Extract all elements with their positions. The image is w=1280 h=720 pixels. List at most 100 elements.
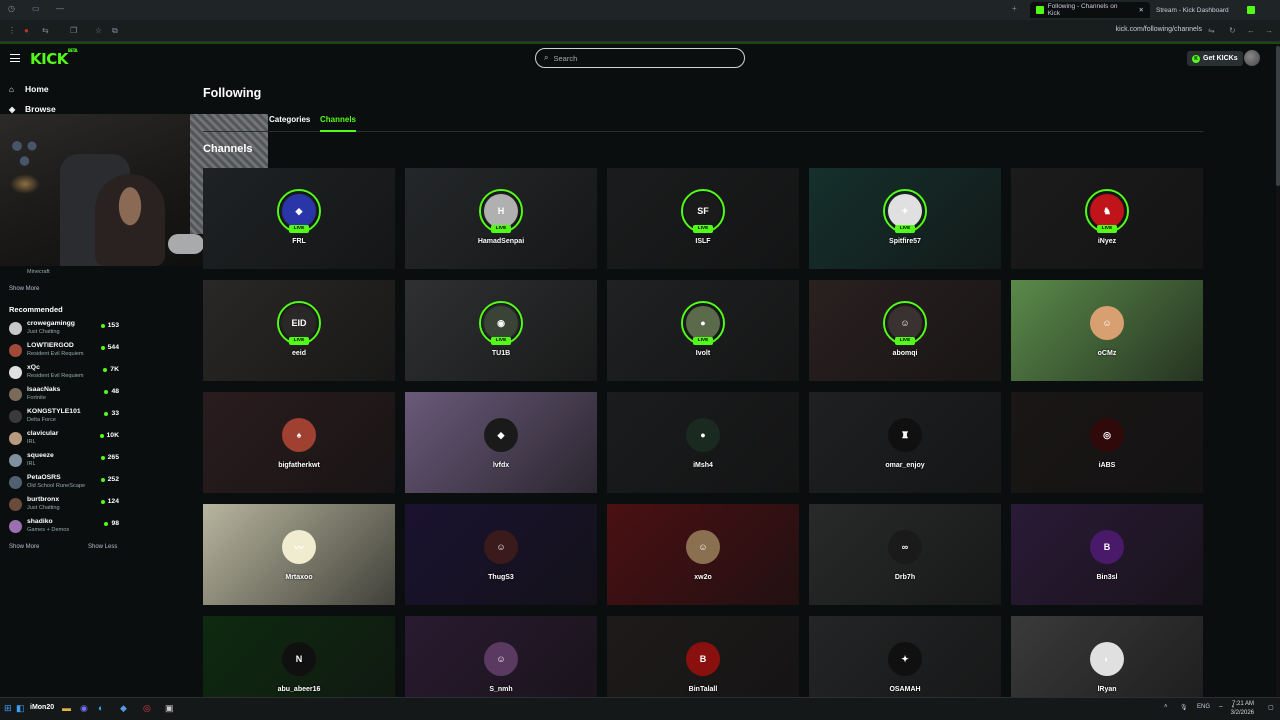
- channel-card[interactable]: ✦ LIVE Spitfire57: [809, 168, 1001, 269]
- close-tab-icon[interactable]: ✕: [1139, 6, 1144, 14]
- show-less-link[interactable]: Show Less: [88, 544, 117, 550]
- sidebar-item-browse[interactable]: ◈ Browse: [9, 104, 56, 114]
- channel-logo-icon: ☺: [484, 530, 518, 564]
- channel-card[interactable]: B Bin3sl: [1011, 504, 1203, 605]
- tab-channels[interactable]: Channels: [320, 115, 357, 132]
- file-explorer-icon[interactable]: ▬: [62, 703, 71, 713]
- system-clock[interactable]: 7:21 AM 3/2/2026: [1231, 700, 1254, 718]
- widget-icon[interactable]: ◧: [16, 703, 25, 714]
- channel-avatar: B: [681, 637, 725, 681]
- start-icon[interactable]: ⊞: [4, 703, 12, 714]
- channel-name: shadiko: [27, 518, 53, 525]
- viewer-count: 544: [100, 344, 119, 351]
- wifi-icon[interactable]: ⌔: [1218, 704, 1224, 712]
- language-indicator[interactable]: ENG: [1197, 704, 1210, 710]
- taskbar-username[interactable]: iMon20: [30, 704, 54, 711]
- copy-icon[interactable]: ❐: [70, 26, 77, 35]
- channel-name: iNyez: [1097, 238, 1117, 245]
- recommended-channel[interactable]: xQc Resident Evil Requiem 7K: [9, 363, 121, 383]
- recommended-channel[interactable]: PetaOSRS Old School RuneScape 252: [9, 473, 121, 493]
- microphone-icon[interactable]: 🎙: [1180, 704, 1188, 711]
- sidebar-item-home[interactable]: ⌂ Home: [9, 84, 49, 94]
- url-text[interactable]: kick.com/following/channels: [1116, 26, 1202, 33]
- notifications-icon[interactable]: ▢: [1268, 704, 1274, 711]
- hamburger-menu-icon[interactable]: [10, 54, 20, 62]
- get-kicks-button[interactable]: K Get KICKs: [1187, 51, 1243, 66]
- tab-title: Stream - Kick Dashboard: [1156, 6, 1229, 14]
- channel-avatar: ♜: [883, 413, 927, 457]
- steam-icon[interactable]: ◆: [120, 703, 127, 714]
- channel-logo-icon: ✦: [888, 642, 922, 676]
- webcam-shelf: [2, 126, 52, 176]
- channel-card[interactable]: ● LIVE Ivolt: [607, 280, 799, 381]
- channel-logo-icon: ☺: [484, 642, 518, 676]
- channel-card[interactable]: ☺ ThugS3: [405, 504, 597, 605]
- channel-logo-icon: ●: [686, 418, 720, 452]
- tab-categories[interactable]: Categories: [269, 115, 310, 124]
- tab-kick-dashboard[interactable]: Stream - Kick Dashboard: [1150, 2, 1265, 18]
- channel-name: Ivolt: [695, 350, 711, 357]
- channel-category: Fortnite: [27, 395, 46, 401]
- channel-card[interactable]: ♞ LIVE iNyez: [1011, 168, 1203, 269]
- channel-avatar: ◐: [1085, 637, 1129, 681]
- recommended-channel[interactable]: clavicular IRL 10K: [9, 429, 121, 449]
- recommended-channel[interactable]: squeeze IRL 265: [9, 451, 121, 471]
- obs-icon[interactable]: ◎: [143, 703, 151, 714]
- channel-category: Old School RuneScape: [27, 483, 86, 489]
- channel-card[interactable]: ◆ LIVE FRL: [203, 168, 395, 269]
- channel-card[interactable]: ◉ LIVE TU1B: [405, 280, 597, 381]
- scrollbar-thumb[interactable]: [1276, 46, 1280, 186]
- recommended-channel[interactable]: LOWTIERGOD Resident Evil Requiem 544: [9, 341, 121, 361]
- channel-card[interactable]: ♜ omar_enjoy: [809, 392, 1001, 493]
- channel-logo-icon: N: [282, 642, 316, 676]
- bookmark-star-icon[interactable]: ☆: [95, 26, 102, 35]
- channel-name: abu_abeer16: [277, 686, 321, 693]
- menu-dots-icon[interactable]: ⋮: [8, 26, 16, 35]
- channel-card[interactable]: ☺ xw2o: [607, 504, 799, 605]
- recommended-channel[interactable]: crowegamingg Just Chatting 153: [9, 319, 121, 339]
- tab-following-channels[interactable]: Following - Channels on Kick ✕: [1030, 2, 1150, 18]
- kick-logo[interactable]: KICKBETA: [30, 48, 78, 68]
- channel-card[interactable]: ● iMsh4: [607, 392, 799, 493]
- channel-card[interactable]: ∞ Drb7h: [809, 504, 1001, 605]
- avatar: [9, 366, 22, 379]
- channel-card[interactable]: H LIVE HamadSenpai: [405, 168, 597, 269]
- search-input[interactable]: [553, 53, 724, 63]
- extension-icon[interactable]: ⇆: [42, 26, 49, 35]
- channel-card[interactable]: ♠ bigfatherkwt: [203, 392, 395, 493]
- recommended-channel[interactable]: burtbronx Just Chatting 124: [9, 495, 121, 515]
- new-tab-icon[interactable]: +: [1012, 4, 1017, 13]
- tab-actions-icon[interactable]: —: [56, 4, 64, 13]
- channel-card[interactable]: SF LIVE ISLF: [607, 168, 799, 269]
- channel-card[interactable]: ☺ LIVE abomqi: [809, 280, 1001, 381]
- window-menu-icon[interactable]: ◷: [8, 4, 15, 13]
- live-dot-icon: [100, 499, 105, 504]
- channel-card[interactable]: ◆ lvfdx: [405, 392, 597, 493]
- channel-card[interactable]: ◎ iABS: [1011, 392, 1203, 493]
- recommended-channel[interactable]: IsaacNaks Fortnite 48: [9, 385, 121, 405]
- profile-icon[interactable]: ●: [24, 26, 29, 35]
- discord-icon[interactable]: ◉: [80, 703, 88, 714]
- user-avatar[interactable]: [1244, 50, 1260, 66]
- search-box[interactable]: ⌕: [535, 48, 745, 68]
- channel-card[interactable]: 〰 Mrtaxoo: [203, 504, 395, 605]
- channel-card[interactable]: ☺ oCMz: [1011, 280, 1203, 381]
- channel-logo-icon: ◉: [484, 306, 518, 340]
- channel-name: lvfdx: [492, 462, 510, 469]
- back-icon[interactable]: ←: [1247, 26, 1255, 35]
- tray-chevron-icon[interactable]: ˄: [1164, 704, 1168, 710]
- channel-category: IRL: [27, 439, 36, 445]
- reload-icon[interactable]: ↻: [1229, 26, 1236, 35]
- edge-icon[interactable]: ◐: [98, 703, 103, 713]
- terminal-icon[interactable]: ▣: [165, 703, 174, 714]
- live-dot-icon: [100, 455, 105, 460]
- channel-card[interactable]: EID LIVE eeid: [203, 280, 395, 381]
- recommended-channel[interactable]: KONGSTYLE101 Delta Force 33: [9, 407, 121, 427]
- recommended-channel[interactable]: shadiko Games + Demos 98: [9, 517, 121, 537]
- translate-icon[interactable]: ⇋: [1208, 26, 1215, 35]
- share-icon[interactable]: ⧉: [112, 26, 118, 36]
- forward-icon[interactable]: →: [1265, 26, 1273, 35]
- back-history-icon[interactable]: ▭: [32, 4, 40, 13]
- show-more-link[interactable]: Show More: [9, 544, 39, 550]
- show-more-following-link[interactable]: Show More: [9, 286, 39, 292]
